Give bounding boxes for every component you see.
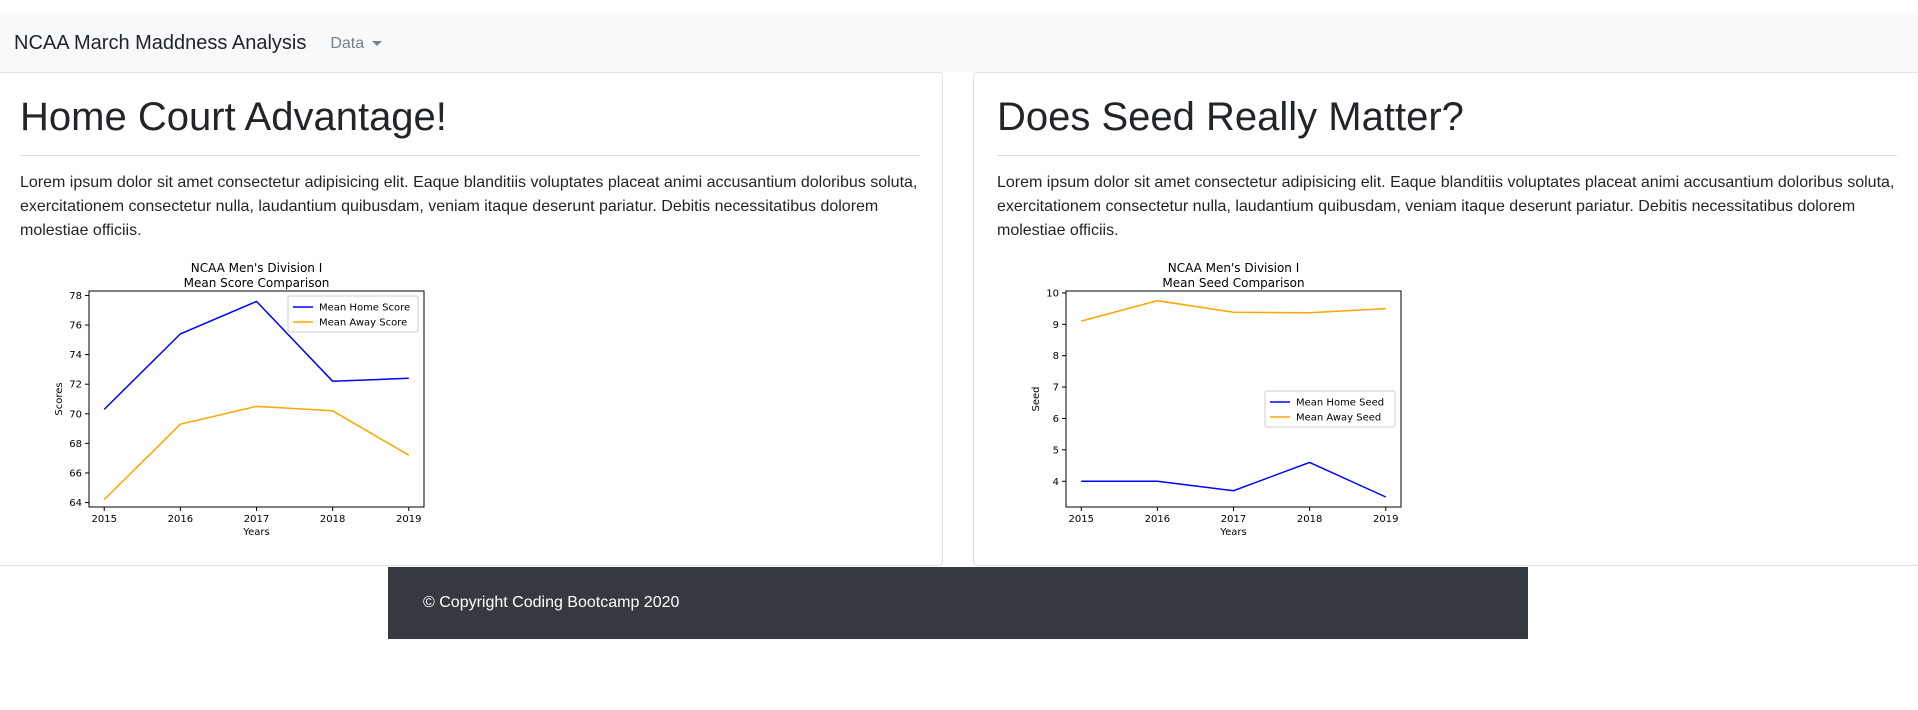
legend-label: Mean Home Seed [1296, 398, 1384, 409]
y-axis-label: Seed [1031, 387, 1042, 412]
y-tick-label: 9 [1053, 320, 1059, 331]
y-tick-label: 7 [1053, 383, 1059, 394]
home-court-card: Home Court Advantage! Lorem ipsum dolor … [0, 72, 943, 566]
x-tick-label: 2017 [1221, 514, 1246, 525]
y-tick-label: 6 [1053, 414, 1059, 425]
y-tick-label: 66 [69, 468, 82, 479]
score-comparison-chart: NCAA Men's Division IMean Score Comparis… [54, 261, 425, 538]
x-tick-label: 2015 [1069, 514, 1094, 525]
x-tick-label: 2016 [1145, 514, 1170, 525]
x-axis-label: Years [1219, 527, 1246, 538]
title-divider [997, 155, 1897, 156]
legend-label: Mean Away Seed [1296, 413, 1381, 424]
y-tick-label: 64 [69, 498, 82, 509]
x-axis-label: Years [242, 527, 269, 538]
card-title: Does Seed Really Matter? [997, 95, 1464, 139]
y-tick-label: 76 [69, 321, 82, 332]
x-tick-label: 2019 [1373, 514, 1398, 525]
chart-subtitle: Mean Score Comparison [184, 276, 330, 290]
x-tick-label: 2019 [396, 514, 421, 525]
y-axis-label: Scores [54, 382, 65, 415]
y-tick-label: 4 [1053, 477, 1059, 488]
y-tick-label: 5 [1053, 445, 1059, 456]
copyright-text: © Copyright Coding Bootcamp 2020 [423, 594, 680, 611]
x-tick-label: 2015 [92, 514, 117, 525]
x-tick-label: 2018 [320, 514, 345, 525]
y-tick-label: 70 [69, 409, 82, 420]
y-tick-label: 72 [69, 380, 82, 391]
footer: © Copyright Coding Bootcamp 2020 [388, 567, 1528, 639]
y-tick-label: 74 [69, 350, 82, 361]
caret-down-icon [372, 41, 383, 46]
x-tick-label: 2016 [168, 514, 193, 525]
title-divider [20, 155, 920, 156]
card-text: Lorem ipsum dolor sit amet consectetur a… [997, 174, 1895, 239]
y-tick-label: 78 [69, 291, 82, 302]
chart-subtitle: Mean Seed Comparison [1162, 276, 1304, 290]
card-text: Lorem ipsum dolor sit amet consectetur a… [20, 174, 918, 239]
navbar-brand[interactable]: NCAA March Maddness Analysis [14, 32, 306, 55]
legend-label: Mean Away Score [319, 318, 407, 329]
x-tick-label: 2018 [1297, 514, 1322, 525]
seed-comparison-chart: NCAA Men's Division IMean Seed Compariso… [1031, 261, 1402, 538]
chart-title: NCAA Men's Division I [1168, 261, 1300, 275]
series-line [1081, 461, 1387, 498]
series-line [1081, 299, 1386, 322]
legend-label: Mean Home Score [319, 303, 410, 314]
navbar: NCAA March Maddness Analysis Data [0, 15, 1918, 72]
chart-title: NCAA Men's Division I [191, 261, 323, 275]
y-tick-label: 8 [1053, 351, 1059, 362]
seed-card: Does Seed Really Matter? Lorem ipsum dol… [973, 72, 1918, 566]
y-tick-label: 68 [69, 439, 82, 450]
series-line [103, 405, 410, 501]
card-title: Home Court Advantage! [20, 95, 447, 139]
data-dropdown[interactable]: Data [330, 34, 383, 53]
y-tick-label: 10 [1046, 288, 1059, 299]
data-dropdown-label: Data [330, 34, 365, 52]
x-tick-label: 2017 [244, 514, 269, 525]
